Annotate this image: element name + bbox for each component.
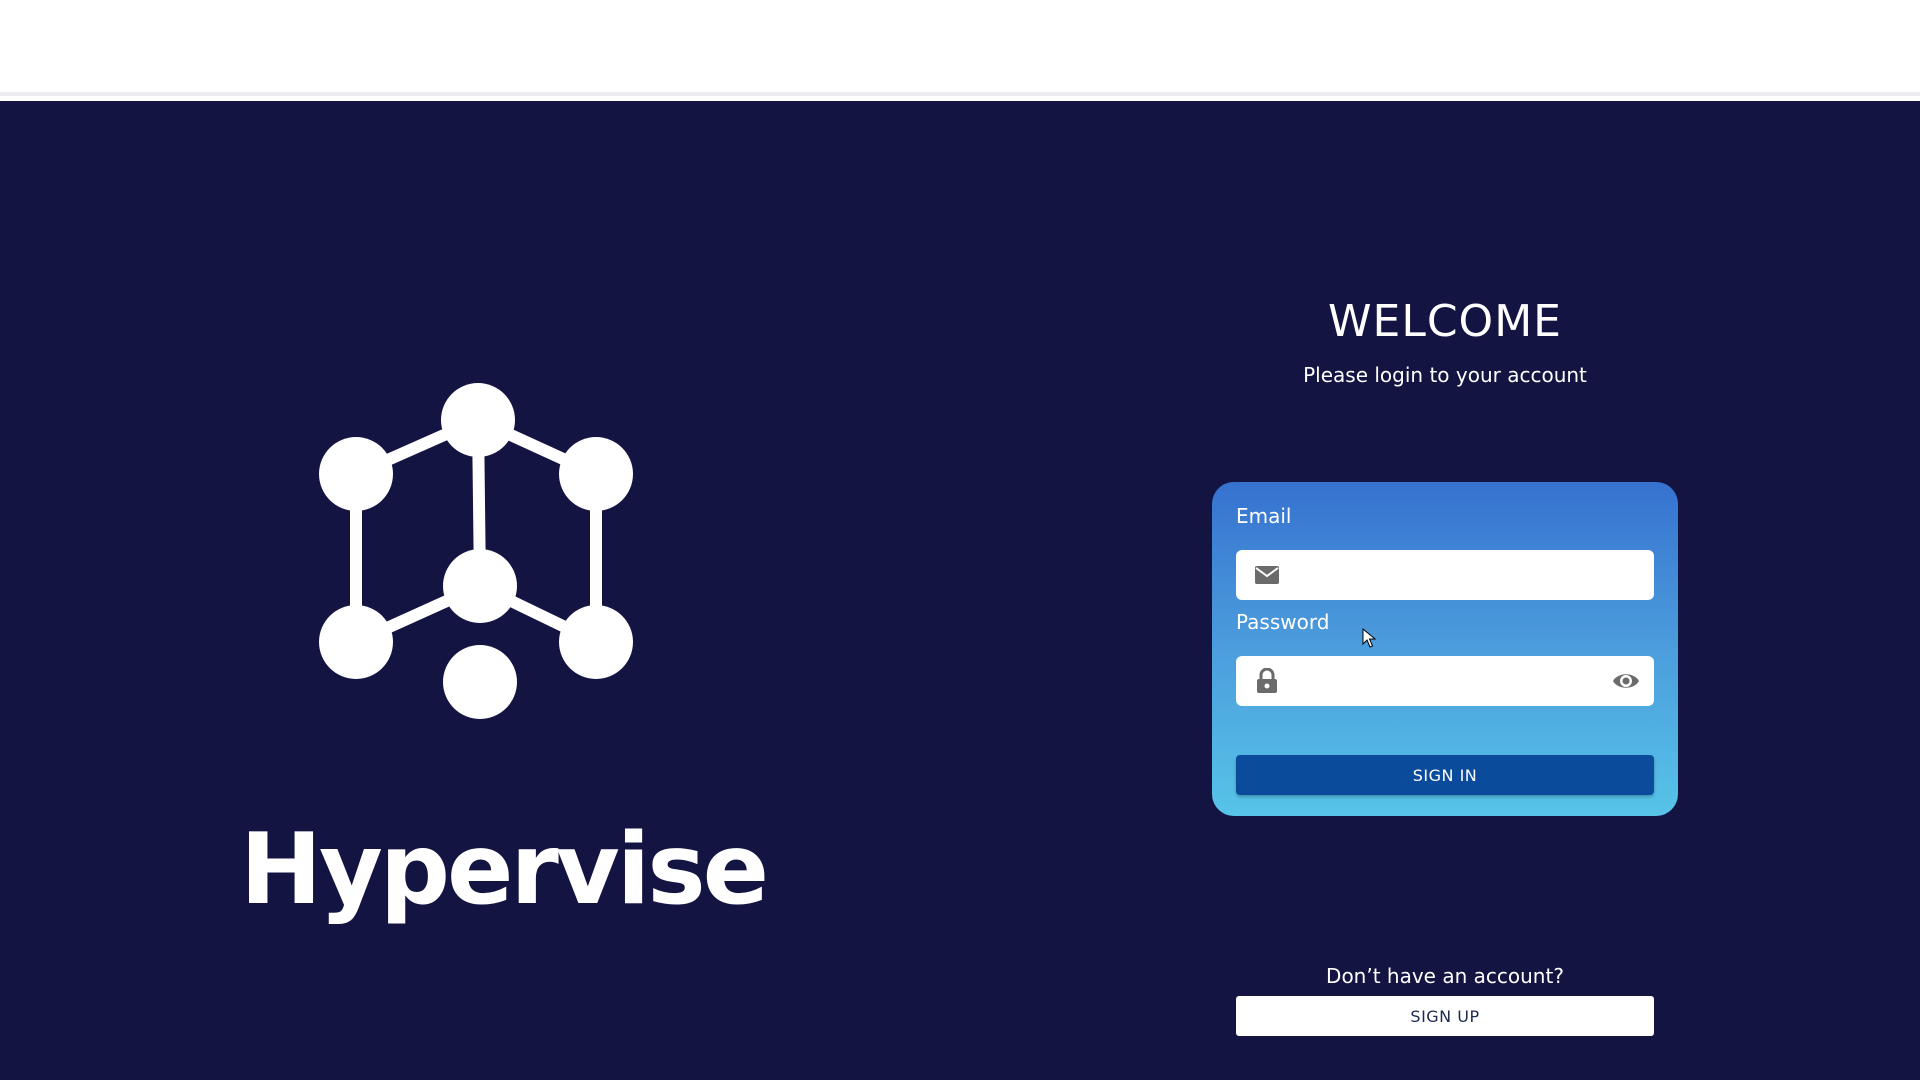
browser-top-bar [0,0,1920,96]
email-input[interactable] [1292,550,1596,602]
password-field[interactable] [1236,656,1654,708]
eye-icon[interactable] [1612,670,1640,692]
molecule-logo-icon [319,383,633,719]
lock-icon [1257,668,1277,693]
brand-name: Hypervise [240,813,769,927]
brand-logo: Hypervise [240,381,769,941]
email-label: Email [1236,504,1292,528]
envelope-icon [1255,566,1279,584]
login-card: Email Password SIGN IN [1212,482,1678,816]
email-field[interactable] [1236,550,1654,602]
mouse-cursor-icon [1362,628,1376,648]
sign-in-button[interactable]: SIGN IN [1236,755,1654,795]
login-page: Hypervise WELCOME Please login to your a… [0,101,1920,1080]
password-input[interactable] [1292,656,1596,708]
password-label: Password [1236,610,1330,634]
no-account-text: Don’t have an account? [1326,964,1564,988]
login-subtitle: Please login to your account [1303,363,1587,387]
sign-up-button[interactable]: SIGN UP [1236,996,1654,1036]
welcome-title: WELCOME [1328,296,1562,347]
